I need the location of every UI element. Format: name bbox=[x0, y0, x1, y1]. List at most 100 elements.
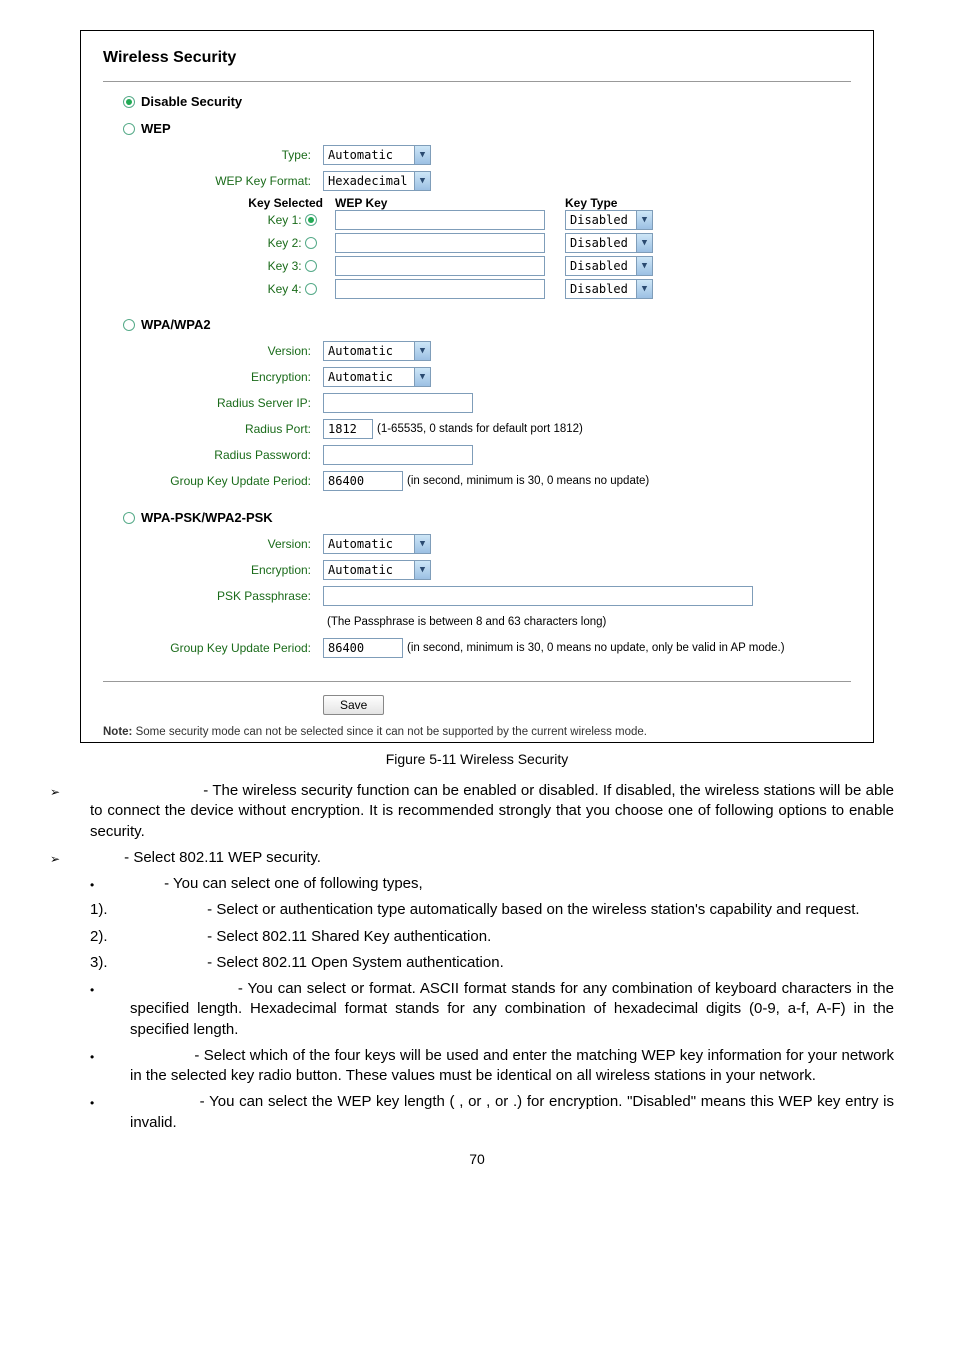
key2-type-select[interactable]: Disabled▼ bbox=[565, 233, 653, 253]
body-item2b: - You can select or format. ASCII format… bbox=[130, 980, 894, 1038]
body-item2a: - You can select one of following types, bbox=[160, 875, 423, 892]
key4-type-select[interactable]: Disabled▼ bbox=[565, 279, 653, 299]
wireless-security-panel: Wireless Security Disable Security WEP T… bbox=[80, 30, 874, 743]
key3-label: Key 3: bbox=[268, 259, 302, 273]
key2-label: Key 2: bbox=[268, 236, 302, 250]
psk-gkup-hint: (in second, minimum is 30, 0 means no up… bbox=[407, 642, 785, 654]
dot-bullet-icon: • bbox=[90, 1092, 130, 1133]
radius-port-hint: (1-65535, 0 stands for default port 1812… bbox=[377, 423, 583, 435]
wep-type-select[interactable]: Automatic ▼ bbox=[323, 145, 431, 165]
chevron-down-icon: ▼ bbox=[414, 146, 430, 164]
note-text: Some security mode can not be selected s… bbox=[132, 726, 647, 738]
body-num2: - Select 802.11 Shared Key authenticatio… bbox=[203, 928, 491, 945]
chevron-down-icon: ▼ bbox=[414, 561, 430, 579]
option-wep[interactable]: WEP bbox=[123, 121, 851, 136]
wpa-gkup-label: Group Key Update Period: bbox=[103, 474, 323, 488]
body-item2d: - You can select the WEP key length ( , … bbox=[130, 1093, 894, 1130]
radius-port-input[interactable] bbox=[323, 419, 373, 439]
divider bbox=[103, 681, 851, 682]
option-psk[interactable]: WPA-PSK/WPA2-PSK bbox=[123, 510, 851, 525]
chevron-down-icon: ▼ bbox=[636, 234, 652, 252]
body-item2c: - Select which of the four keys will be … bbox=[130, 1047, 894, 1084]
key-type-header: Key Type bbox=[565, 196, 705, 210]
body-item1: - The wireless security function can be … bbox=[90, 782, 894, 840]
key1-label: Key 1: bbox=[268, 213, 302, 227]
wpa-gkup-input[interactable] bbox=[323, 471, 403, 491]
radio-selected-icon bbox=[123, 96, 135, 108]
body-num1: - Select or authentication type automati… bbox=[203, 901, 860, 918]
key2-input[interactable] bbox=[335, 233, 545, 253]
wep-type-label: Type: bbox=[103, 148, 323, 162]
save-button[interactable]: Save bbox=[323, 695, 384, 715]
chevron-down-icon: ▼ bbox=[414, 368, 430, 386]
disable-security-label: Disable Security bbox=[141, 94, 242, 109]
chevron-down-icon: ▼ bbox=[636, 280, 652, 298]
radio-icon[interactable] bbox=[305, 260, 317, 272]
wpa-heading: WPA/WPA2 bbox=[141, 317, 211, 332]
body-num3: - Select 802.11 Open System authenticati… bbox=[203, 954, 504, 971]
wep-key-headers: Key Selected WEP Key Key Type bbox=[175, 196, 851, 210]
wep-format-select[interactable]: Hexadecimal ▼ bbox=[323, 171, 431, 191]
psk-heading: WPA-PSK/WPA2-PSK bbox=[141, 510, 273, 525]
num1-label: 1). bbox=[90, 900, 130, 920]
chevron-down-icon: ▼ bbox=[414, 535, 430, 553]
key3-input[interactable] bbox=[335, 256, 545, 276]
radius-pw-label: Radius Password: bbox=[103, 448, 323, 462]
psk-gkup-label: Group Key Update Period: bbox=[103, 641, 323, 655]
psk-gkup-input[interactable] bbox=[323, 638, 403, 658]
divider bbox=[103, 81, 851, 82]
radio-icon[interactable] bbox=[305, 237, 317, 249]
wep-key-row-2: Key 2: Disabled▼ bbox=[175, 233, 851, 253]
wep-heading: WEP bbox=[141, 121, 171, 136]
radius-pw-input[interactable] bbox=[323, 445, 473, 465]
dot-bullet-icon: • bbox=[90, 979, 130, 1040]
radius-port-label: Radius Port: bbox=[103, 422, 323, 436]
list-item: • - You can select one of following type… bbox=[90, 874, 914, 894]
chevron-down-icon: ▼ bbox=[636, 257, 652, 275]
wpa-version-select[interactable]: Automatic▼ bbox=[323, 341, 431, 361]
psk-passphrase-input[interactable] bbox=[323, 586, 753, 606]
dot-bullet-icon: • bbox=[90, 874, 130, 894]
radio-selected-icon[interactable] bbox=[305, 214, 317, 226]
note-prefix: Note: bbox=[103, 726, 132, 738]
option-disable-security[interactable]: Disable Security bbox=[123, 94, 851, 109]
body-item2: - Select 802.11 WEP security. bbox=[120, 849, 321, 866]
panel-title: Wireless Security bbox=[103, 49, 851, 67]
option-wpa[interactable]: WPA/WPA2 bbox=[123, 317, 851, 332]
page-number: 70 bbox=[40, 1151, 914, 1167]
psk-encryption-select[interactable]: Automatic▼ bbox=[323, 560, 431, 580]
arrow-bullet-icon: ➢ bbox=[50, 848, 90, 868]
radius-ip-label: Radius Server IP: bbox=[103, 396, 323, 410]
wep-key-header: WEP Key bbox=[335, 196, 565, 210]
key4-input[interactable] bbox=[335, 279, 545, 299]
psk-version-label: Version: bbox=[103, 537, 323, 551]
numbered-item: 3). - Select 802.11 Open System authenti… bbox=[90, 953, 914, 973]
radius-ip-input[interactable] bbox=[323, 393, 473, 413]
wep-format-label: WEP Key Format: bbox=[103, 174, 323, 188]
radio-icon bbox=[123, 512, 135, 524]
key1-input[interactable] bbox=[335, 210, 545, 230]
body-text: ➢ - The wireless security function can b… bbox=[40, 781, 914, 1133]
list-item: ➢ - The wireless security function can b… bbox=[50, 781, 914, 842]
wpa-gkup-hint: (in second, minimum is 30, 0 means no up… bbox=[407, 475, 649, 487]
num3-label: 3). bbox=[90, 953, 130, 973]
wep-key-row-1: Key 1: Disabled▼ bbox=[175, 210, 851, 230]
psk-encryption-label: Encryption: bbox=[103, 563, 323, 577]
wep-key-row-4: Key 4: Disabled▼ bbox=[175, 279, 851, 299]
note-line: Note: Some security mode can not be sele… bbox=[103, 726, 851, 738]
list-item: • - You can select the WEP key length ( … bbox=[90, 1092, 914, 1133]
radio-icon bbox=[123, 123, 135, 135]
chevron-down-icon: ▼ bbox=[414, 172, 430, 190]
key-selected-header: Key Selected bbox=[175, 196, 335, 210]
psk-version-select[interactable]: Automatic▼ bbox=[323, 534, 431, 554]
key1-type-select[interactable]: Disabled▼ bbox=[565, 210, 653, 230]
radio-icon[interactable] bbox=[305, 283, 317, 295]
chevron-down-icon: ▼ bbox=[636, 211, 652, 229]
wpa-encryption-select[interactable]: Automatic▼ bbox=[323, 367, 431, 387]
key3-type-select[interactable]: Disabled▼ bbox=[565, 256, 653, 276]
psk-passphrase-hint: (The Passphrase is between 8 and 63 char… bbox=[327, 616, 606, 628]
numbered-item: 1). - Select or authentication type auto… bbox=[90, 900, 914, 920]
num2-label: 2). bbox=[90, 927, 130, 947]
figure-caption: Figure 5-11 Wireless Security bbox=[40, 751, 914, 767]
arrow-bullet-icon: ➢ bbox=[50, 781, 90, 842]
